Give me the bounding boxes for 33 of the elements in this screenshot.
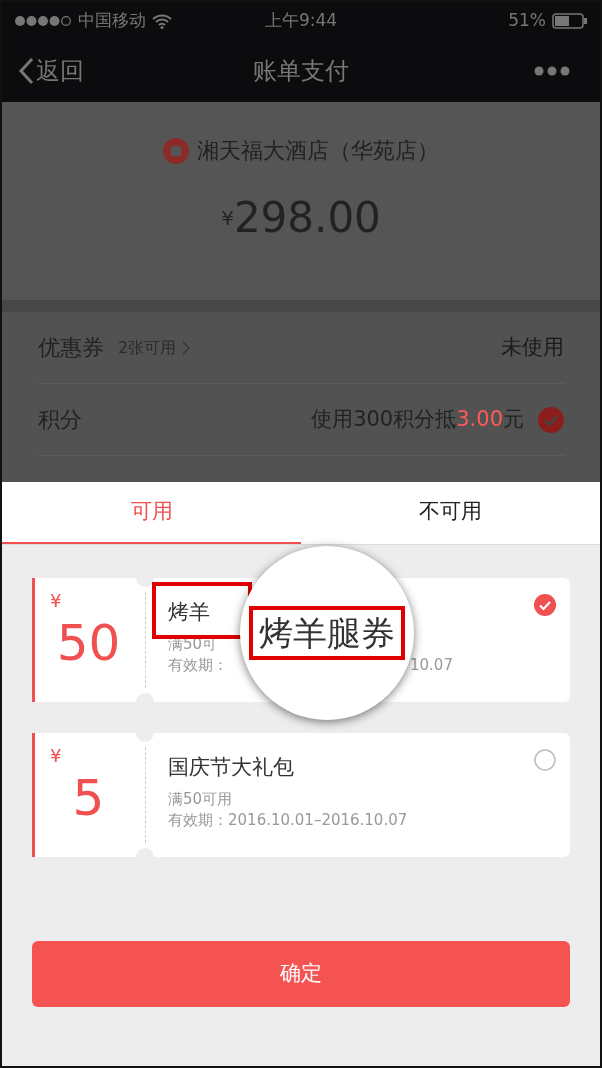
page-title: 账单支付 xyxy=(253,56,349,87)
coupon-title: 烤羊 xyxy=(168,599,210,626)
chevron-right-icon xyxy=(182,340,191,355)
battery-icon xyxy=(552,13,588,29)
shop-icon xyxy=(163,137,189,164)
battery-percent: 51% xyxy=(508,9,546,33)
currency-symbol: ¥ xyxy=(50,747,62,765)
coupon-validity-end: 10.07 xyxy=(410,655,453,676)
back-button[interactable]: 返回 xyxy=(18,53,84,89)
coupon-card[interactable]: ¥ 5 国庆节大礼包 满50可用 有效期：2016.10.01–2016.10.07 xyxy=(32,733,570,857)
tab[interactable]: 可用 xyxy=(2,482,301,544)
coupon-amount: 5 xyxy=(72,773,105,823)
chevron-left-icon xyxy=(18,57,34,85)
coupon-validity: 有效期： xyxy=(168,655,229,676)
radio-icon[interactable] xyxy=(534,749,556,771)
currency-symbol: ¥ xyxy=(50,592,62,610)
more-icon[interactable] xyxy=(534,66,570,76)
status-time: 上午9:44 xyxy=(263,9,339,33)
coupon-title: 国庆节大礼包 xyxy=(168,754,294,781)
wifi-icon xyxy=(152,13,172,29)
coupon-amount: 50 xyxy=(56,618,121,668)
carrier-name: 中国移动 xyxy=(78,9,146,33)
signal-icon xyxy=(14,15,72,27)
tab[interactable]: 不可用 xyxy=(301,482,600,544)
coupon-condition: 满50可用 xyxy=(168,789,233,809)
row-value: 未使用 xyxy=(501,333,564,361)
confirm-button[interactable]: 确定 xyxy=(32,941,570,1007)
currency-symbol: ¥ xyxy=(221,205,234,232)
coupon-validity: 有效期：2016.10.01–2016.10.07 xyxy=(168,810,409,831)
check-icon[interactable] xyxy=(538,406,564,433)
ticket-notch xyxy=(136,578,154,587)
magnified-text: 烤羊腿券 xyxy=(249,606,405,660)
check-icon[interactable] xyxy=(534,594,556,616)
